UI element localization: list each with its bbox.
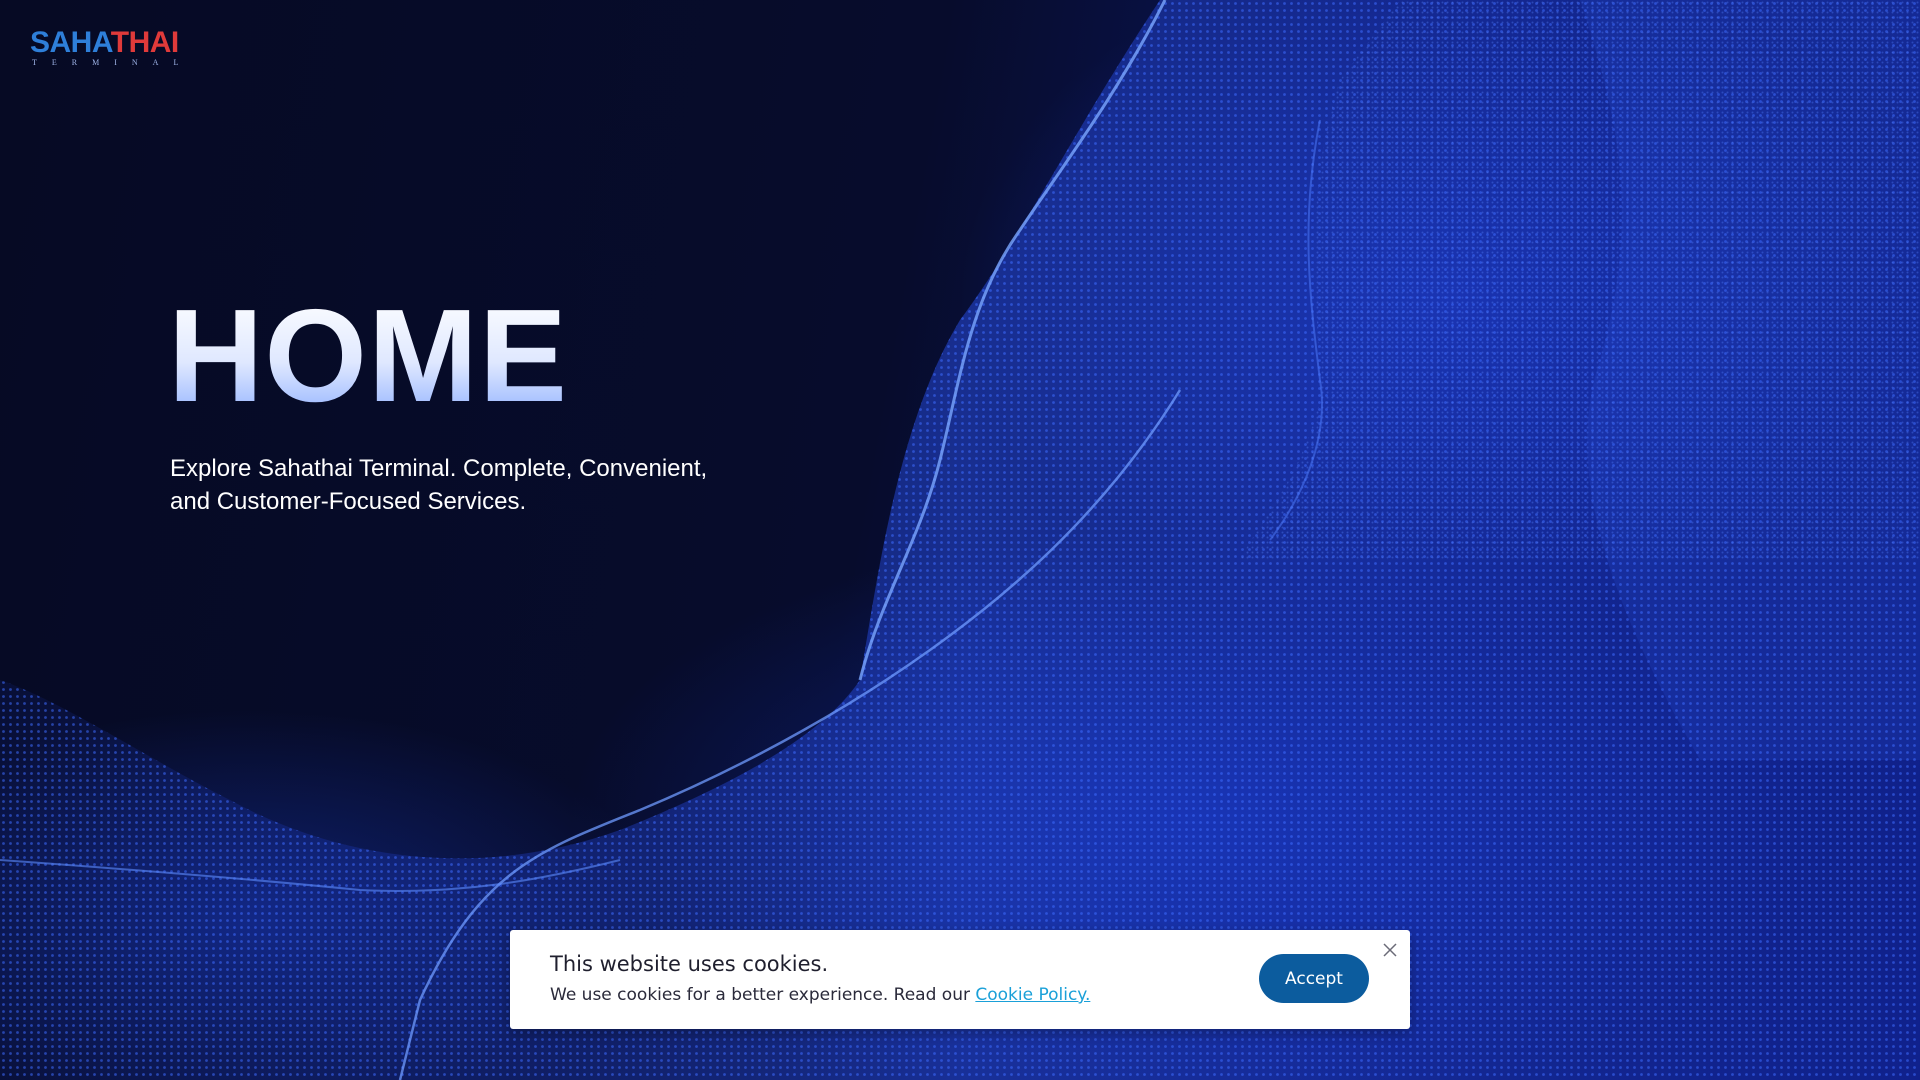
cookie-consent-banner: This website uses cookies. We use cookie… — [510, 930, 1410, 1029]
particle-wave-graphic — [0, 0, 1920, 1080]
cookie-banner-text: We use cookies for a better experience. … — [550, 985, 1090, 1005]
hero-subtitle: Explore Sahathai Terminal. Complete, Con… — [170, 452, 750, 518]
logo-subtext: TERMINAL — [32, 58, 194, 67]
site-logo[interactable]: SAHATHAI TERMINAL — [30, 27, 194, 68]
close-icon — [1383, 943, 1397, 957]
page-title: HOME — [168, 282, 568, 429]
cookie-banner-message: We use cookies for a better experience. … — [550, 985, 976, 1005]
page-background: SAHATHAI TERMINAL HOME Explore Sahathai … — [0, 0, 1920, 1080]
logo-text-saha: SAHA — [30, 26, 111, 59]
logo-wordmark: SAHATHAI — [30, 27, 180, 59]
hero-subtitle-line-1: Explore Sahathai Terminal. Complete, Con… — [170, 455, 708, 482]
cookie-policy-link[interactable]: Cookie Policy. — [975, 985, 1090, 1005]
logo-text-thai: THAI — [110, 26, 180, 59]
cookie-banner-title: This website uses cookies. — [550, 952, 829, 976]
close-banner-button[interactable] — [1380, 940, 1400, 960]
accept-cookies-button[interactable]: Accept — [1259, 954, 1369, 1003]
hero-subtitle-line-2: and Customer-Focused Services. — [170, 488, 527, 515]
